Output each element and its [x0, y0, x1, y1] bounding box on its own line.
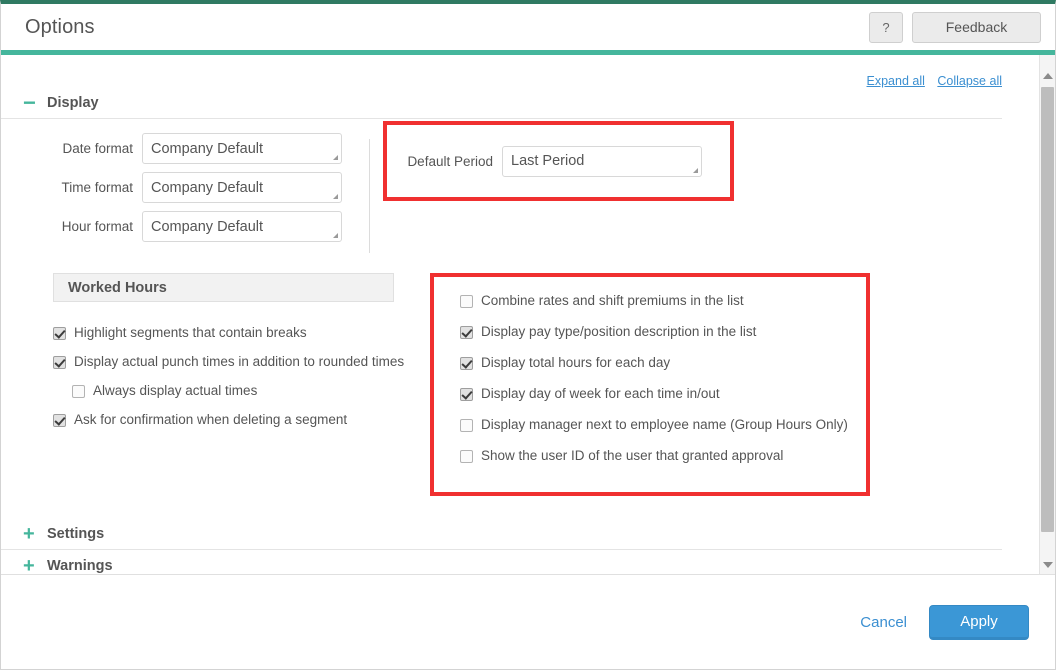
section-title-warnings: Warnings — [47, 557, 113, 574]
time-format-value: Company Default — [151, 179, 264, 196]
hour-format-label: Hour format — [61, 219, 133, 234]
checkbox-row-pay-type-description[interactable]: Display pay type/position description in… — [460, 324, 866, 340]
date-format-select[interactable]: Company Default — [142, 133, 342, 164]
checkbox-row-actual-punch-times[interactable]: Display actual punch times in addition t… — [53, 354, 413, 370]
checkbox-label-combine-rates: Combine rates and shift premiums in the … — [481, 293, 744, 308]
plus-icon[interactable]: + — [23, 524, 39, 544]
cancel-button[interactable]: Cancel — [860, 614, 907, 631]
column-divider — [369, 139, 370, 253]
apply-button[interactable]: Apply — [929, 604, 1029, 640]
default-period-row: Default Period Last Period — [383, 121, 734, 201]
checkbox-row-display-manager[interactable]: Display manager next to employee name (G… — [460, 417, 866, 433]
display-section-body: Date format Company Default Time format … — [1, 119, 1016, 518]
checkbox-confirm-delete[interactable] — [53, 414, 66, 427]
section-header-warnings[interactable]: + Warnings — [1, 550, 1002, 576]
checkbox-row-total-hours[interactable]: Display total hours for each day — [460, 355, 866, 371]
checkbox-show-user-id[interactable] — [460, 450, 473, 463]
checkbox-label-show-user-id: Show the user ID of the user that grante… — [481, 448, 784, 463]
worked-hours-header: Worked Hours — [53, 273, 394, 302]
scroll-up-arrow-icon[interactable] — [1040, 67, 1055, 84]
date-format-value: Company Default — [151, 140, 264, 157]
minus-icon[interactable]: − — [23, 91, 39, 113]
section-display: − Display Date format Company Default Ti… — [1, 87, 1016, 518]
checkbox-row-confirm-delete[interactable]: Ask for confirmation when deleting a seg… — [53, 412, 413, 428]
checkbox-label-display-manager: Display manager next to employee name (G… — [481, 417, 848, 432]
help-button[interactable]: ? — [869, 11, 903, 43]
time-format-label: Time format — [61, 180, 133, 195]
checkbox-area: Worked Hours Highlight segments that con… — [1, 273, 1016, 518]
checkbox-row-highlight-breaks[interactable]: Highlight segments that contain breaks — [53, 325, 413, 341]
scrollbar-thumb[interactable] — [1041, 87, 1054, 532]
section-header-settings[interactable]: + Settings — [1, 518, 1002, 550]
dialog-header: Options ? Feedback — [1, 4, 1055, 50]
checkbox-total-hours[interactable] — [460, 357, 473, 370]
section-title-settings: Settings — [47, 525, 105, 542]
dialog-footer: Cancel Apply — [1, 574, 1055, 669]
section-warnings: + Warnings — [1, 550, 1016, 576]
checkbox-label-always-display-actual: Always display actual times — [93, 383, 258, 398]
options-dialog: Options ? Feedback Expand all Collapse a… — [0, 0, 1056, 670]
checkbox-actual-punch-times[interactable] — [53, 356, 66, 369]
content-wrapper: Expand all Collapse all − Display Date f… — [1, 55, 1055, 575]
default-period-label: Default Period — [407, 153, 493, 169]
format-fields-area: Date format Company Default Time format … — [1, 121, 1016, 259]
field-row-hour-format: Hour format Company Default — [23, 211, 1016, 242]
expand-all-link[interactable]: Expand all — [867, 74, 925, 88]
collapse-all-link[interactable]: Collapse all — [937, 74, 1002, 88]
feedback-button[interactable]: Feedback — [912, 11, 1041, 43]
checkbox-row-always-display-actual[interactable]: Always display actual times — [53, 383, 413, 399]
section-header-display[interactable]: − Display — [1, 87, 1002, 119]
checkbox-label-actual-punch-times: Display actual punch times in addition t… — [74, 354, 405, 369]
worked-hours-checkbox-list: Highlight segments that contain breaks D… — [53, 325, 413, 441]
checkbox-day-of-week[interactable] — [460, 388, 473, 401]
highlight-box-list-options: Combine rates and shift premiums in the … — [430, 273, 870, 496]
checkbox-label-total-hours: Display total hours for each day — [481, 355, 671, 370]
page-title: Options — [25, 15, 95, 38]
checkbox-row-show-user-id[interactable]: Show the user ID of the user that grante… — [460, 448, 866, 464]
checkbox-display-manager[interactable] — [460, 419, 473, 432]
hour-format-select[interactable]: Company Default — [142, 211, 342, 242]
checkbox-row-day-of-week[interactable]: Display day of week for each time in/out — [460, 386, 866, 402]
hour-format-value: Company Default — [151, 218, 264, 235]
expand-collapse-links: Expand all Collapse all — [858, 74, 1002, 88]
checkbox-label-highlight-breaks: Highlight segments that contain breaks — [74, 325, 307, 340]
section-settings: + Settings — [1, 518, 1016, 550]
default-period-select[interactable]: Last Period — [502, 145, 702, 177]
scroll-down-arrow-icon[interactable] — [1040, 556, 1055, 573]
checkbox-pay-type-description[interactable] — [460, 326, 473, 339]
checkbox-always-display-actual[interactable] — [72, 385, 85, 398]
options-scroll-content: Expand all Collapse all − Display Date f… — [1, 55, 1016, 575]
plus-icon[interactable]: + — [23, 556, 39, 576]
section-title-display: Display — [47, 94, 99, 111]
checkbox-label-pay-type-description: Display pay type/position description in… — [481, 324, 757, 339]
time-format-select[interactable]: Company Default — [142, 172, 342, 203]
checkbox-combine-rates[interactable] — [460, 295, 473, 308]
content-scrollbar[interactable] — [1039, 55, 1055, 575]
date-format-label: Date format — [62, 141, 133, 156]
default-period-value: Last Period — [511, 153, 585, 169]
checkbox-label-confirm-delete: Ask for confirmation when deleting a seg… — [74, 412, 348, 427]
checkbox-highlight-breaks[interactable] — [53, 327, 66, 340]
checkbox-row-combine-rates[interactable]: Combine rates and shift premiums in the … — [460, 293, 866, 309]
checkbox-label-day-of-week: Display day of week for each time in/out — [481, 386, 720, 401]
